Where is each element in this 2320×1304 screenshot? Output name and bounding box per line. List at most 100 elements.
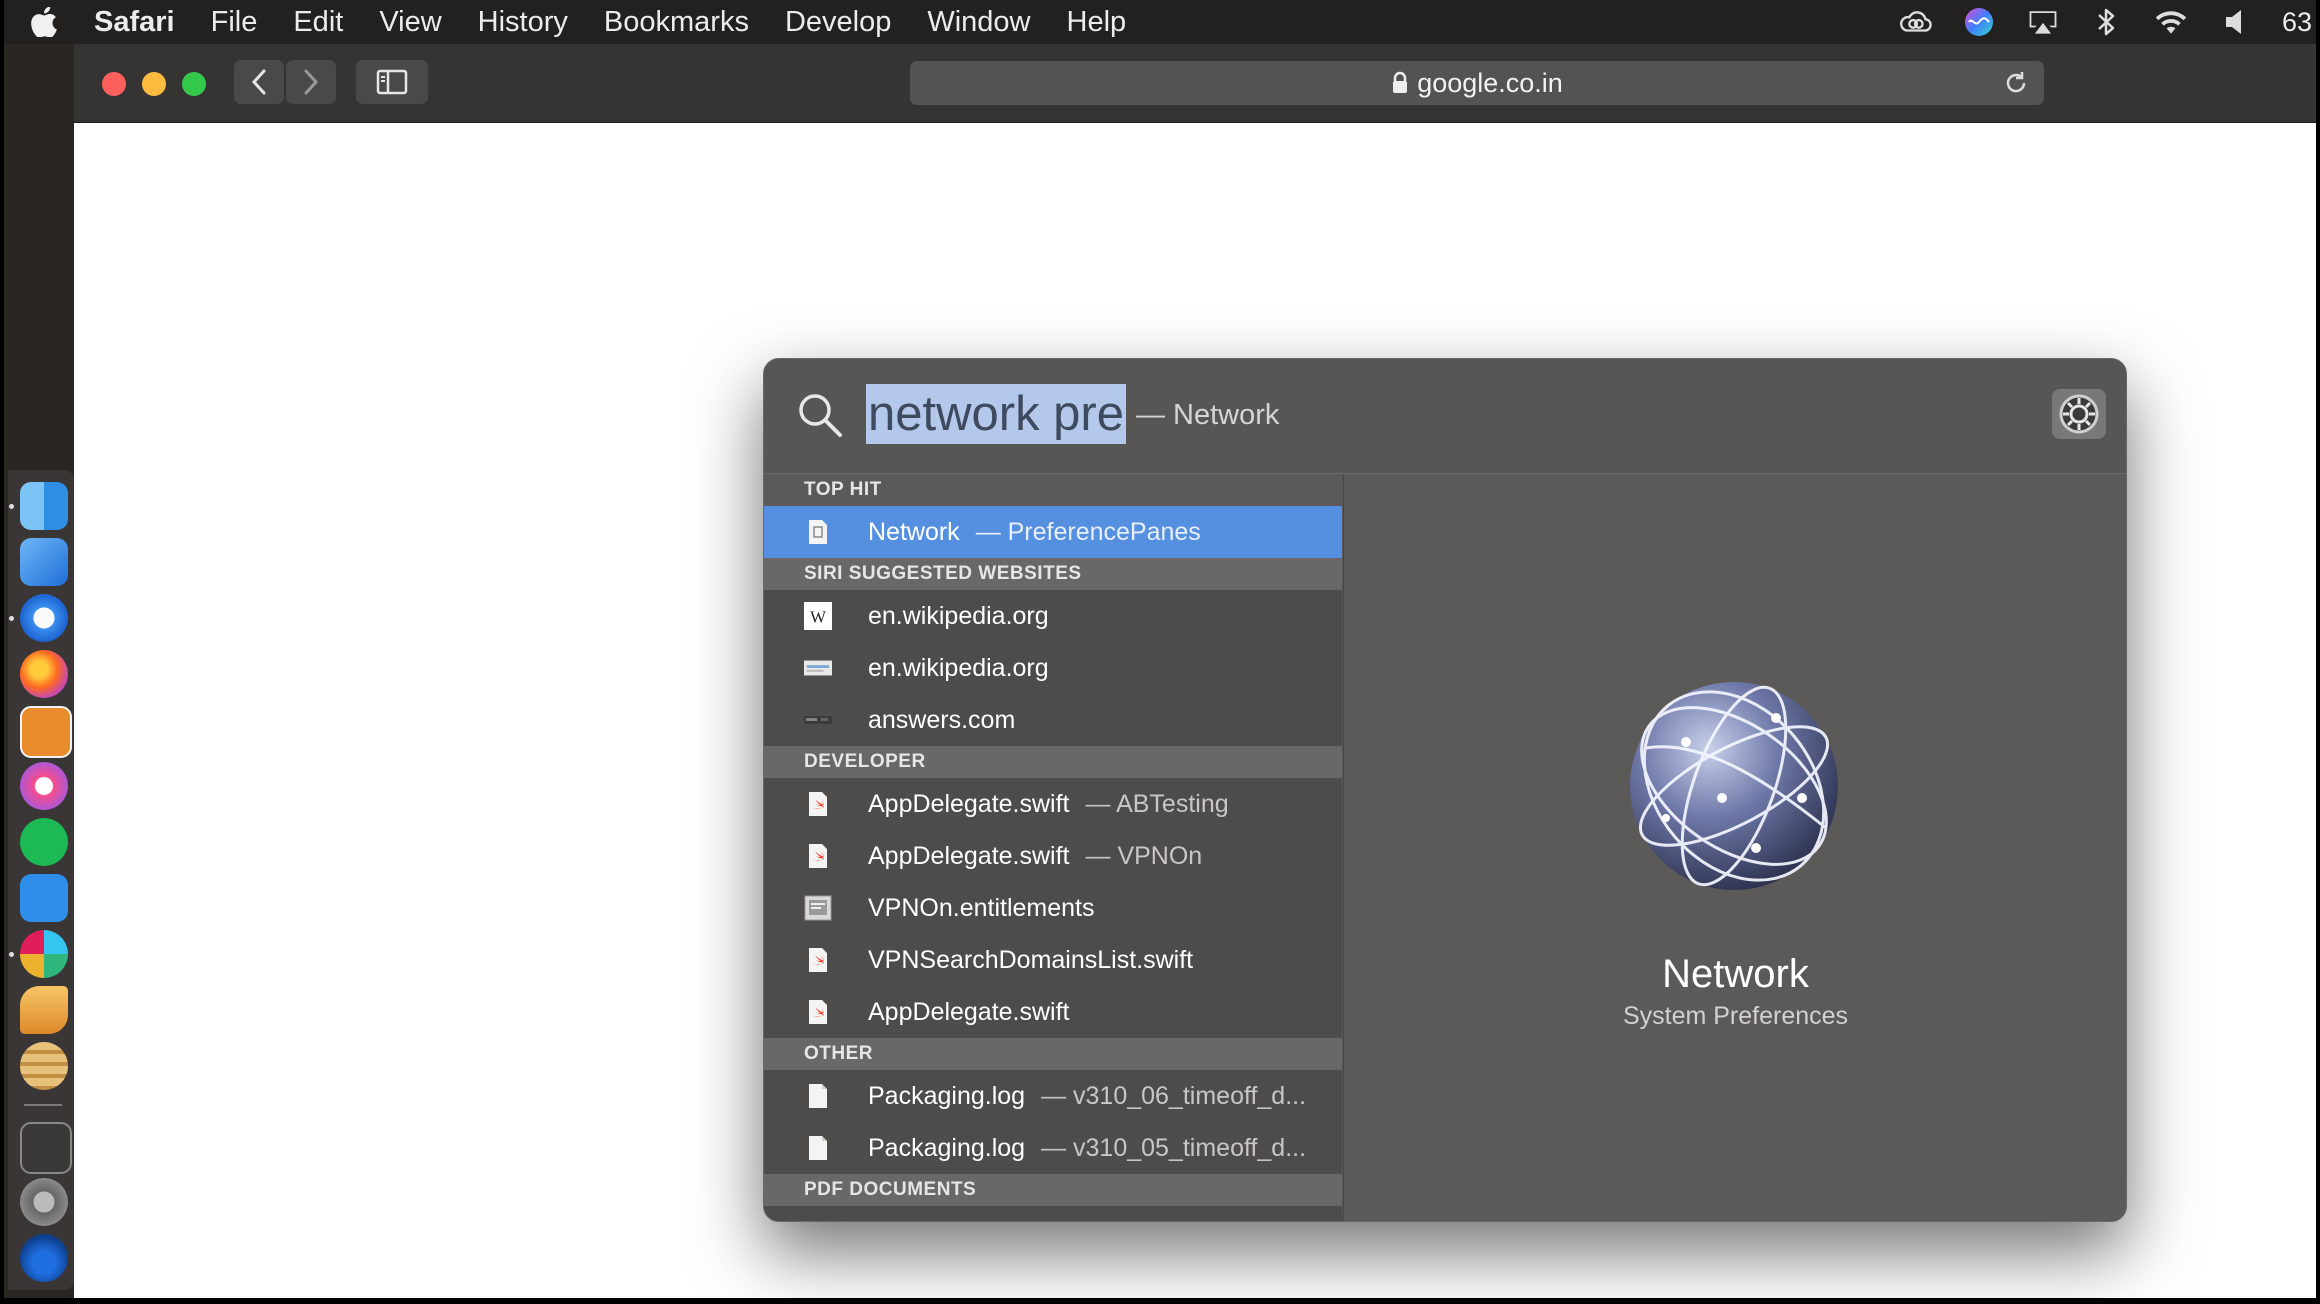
finder-icon[interactable] [20,482,68,530]
transmit-icon[interactable] [20,986,68,1034]
sequel-pro-icon[interactable] [20,1042,68,1090]
running-indicator [9,616,14,621]
spotlight-preview-pane: Network System Preferences [1343,474,2126,1221]
zoom-window-button[interactable] [182,72,206,96]
section-header-other: OTHER [764,1038,1342,1070]
menu-window[interactable]: Window [909,0,1048,44]
tasks-icon[interactable] [20,874,68,922]
result-subtitle: — v310_06_timeoff_d... [1041,1081,1307,1110]
network-globe-icon [1626,678,1842,899]
bluetooth-icon[interactable] [2090,5,2124,39]
result-row-file[interactable]: Packaging.log — v310_05_timeoff_d... [764,1122,1342,1174]
section-header-top-hit: TOP HIT [764,474,1342,506]
spotify-icon[interactable] [20,818,68,866]
airplay-icon[interactable] [2026,5,2060,39]
menu-file[interactable]: File [193,0,276,44]
website-thumbnail-icon [804,706,832,734]
result-subtitle: — VPNOn [1085,841,1203,870]
forward-button[interactable] [286,60,336,104]
result-title: AppDelegate.swift [868,841,1070,870]
running-indicator [9,952,14,957]
creative-cloud-icon[interactable] [1898,5,1932,39]
result-subtitle: — ABTesting [1085,789,1229,818]
url-text: google.co.in [1417,67,1563,98]
result-title: VPNSearchDomainsList.swift [868,945,1194,974]
slack-icon[interactable] [20,930,68,978]
result-subtitle: — v310_05_timeoff_d... [1041,1133,1307,1162]
preview-subtitle: System Preferences [1622,1002,1849,1030]
lock-icon [1391,71,1409,95]
result-title: AppDelegate.swift [868,789,1070,818]
result-title: Packaging.log [868,1081,1026,1110]
section-header-pdf-documents: PDF DOCUMENTS [764,1174,1342,1206]
menu-bookmarks[interactable]: Bookmarks [586,0,767,44]
edge-icon[interactable] [20,1234,68,1282]
browser-toolbar: google.co.in [74,44,2316,123]
result-row-website[interactable]: answers.com [764,694,1342,746]
section-header-siri-websites: SIRI SUGGESTED WEBSITES [764,558,1342,590]
result-row-file[interactable]: VPNSearchDomainsList.swift [764,934,1342,986]
spotlight-results-list: TOP HIT Network — PreferencePanes SIRI SU… [764,474,1342,1221]
result-row-file[interactable]: Packaging.log — v310_06_timeoff_d... [764,1070,1342,1122]
system-preferences-app-icon [2052,389,2106,439]
battery-percentage[interactable]: 63 [2282,7,2312,38]
section-header-developer: DEVELOPER [764,746,1342,778]
result-title: Network [868,517,960,546]
swift-file-icon [804,842,832,870]
result-row-website[interactable]: W en.wikipedia.org [764,590,1342,642]
swift-file-icon [804,790,832,818]
menu-view[interactable]: View [361,0,459,44]
chevron-left-icon [251,69,266,95]
preview-title: Network [1662,952,1809,996]
xcode-icon[interactable] [20,538,68,586]
result-row-file[interactable]: VPNOn.entitlements [764,882,1342,934]
dock [8,470,74,1290]
dock-separator [24,1104,62,1106]
swift-file-icon [804,946,832,974]
result-title: VPNOn.entitlements [868,893,1095,922]
result-row-file[interactable]: AppDelegate.swift [764,986,1342,1038]
menu-edit[interactable]: Edit [275,0,361,44]
sidebar-icon [376,69,408,95]
reload-icon[interactable] [2002,69,2030,104]
swift-file-icon [804,998,832,1026]
system-preferences-icon[interactable] [20,1178,68,1226]
running-indicator [9,504,14,509]
result-title: Packaging.log [868,1133,1026,1162]
menu-app-safari[interactable]: Safari [72,0,193,44]
spotlight-panel: network pre — Network TOP HIT Network — P… [763,358,2127,1222]
back-button[interactable] [234,60,284,104]
menu-bar: Safari File Edit View History Bookmarks … [4,0,2316,44]
website-thumbnail-icon [804,654,832,682]
close-window-button[interactable] [102,72,126,96]
desktop: Safari File Edit View History Bookmarks … [4,0,2316,1298]
entitlements-file-icon [804,894,832,922]
address-bar[interactable]: google.co.in [910,61,2044,105]
sidebar-toggle-button[interactable] [356,60,428,104]
apple-menu-icon[interactable] [16,0,72,44]
volume-icon[interactable] [2218,5,2252,39]
spotlight-search-bar[interactable]: network pre — Network [764,359,2126,474]
result-row-file[interactable]: AppDelegate.swift — VPNOn [764,830,1342,882]
menu-develop[interactable]: Develop [767,0,909,44]
ringcentral-icon[interactable] [20,706,72,758]
firefox-icon[interactable] [20,650,68,698]
wifi-icon[interactable] [2154,5,2188,39]
result-row-website[interactable]: en.wikipedia.org [764,642,1342,694]
minimize-window-button[interactable] [142,72,166,96]
downloads-icon[interactable] [20,1122,72,1174]
result-subtitle: — PreferencePanes [975,517,1201,546]
itunes-icon[interactable] [20,762,68,810]
document-file-icon [804,1082,832,1110]
result-title: answers.com [868,705,1016,734]
safari-icon[interactable] [20,594,68,642]
result-row-file[interactable]: AppDelegate.swift — ABTesting [764,778,1342,830]
result-title: en.wikipedia.org [868,653,1049,682]
preference-pane-icon [804,518,832,546]
result-title: AppDelegate.swift [868,997,1070,1026]
result-row-top-hit[interactable]: Network — PreferencePanes [764,506,1342,558]
menu-help[interactable]: Help [1049,0,1145,44]
siri-icon[interactable] [1962,5,1996,39]
menu-history[interactable]: History [460,0,586,44]
spotlight-query[interactable]: network pre [866,384,1127,444]
